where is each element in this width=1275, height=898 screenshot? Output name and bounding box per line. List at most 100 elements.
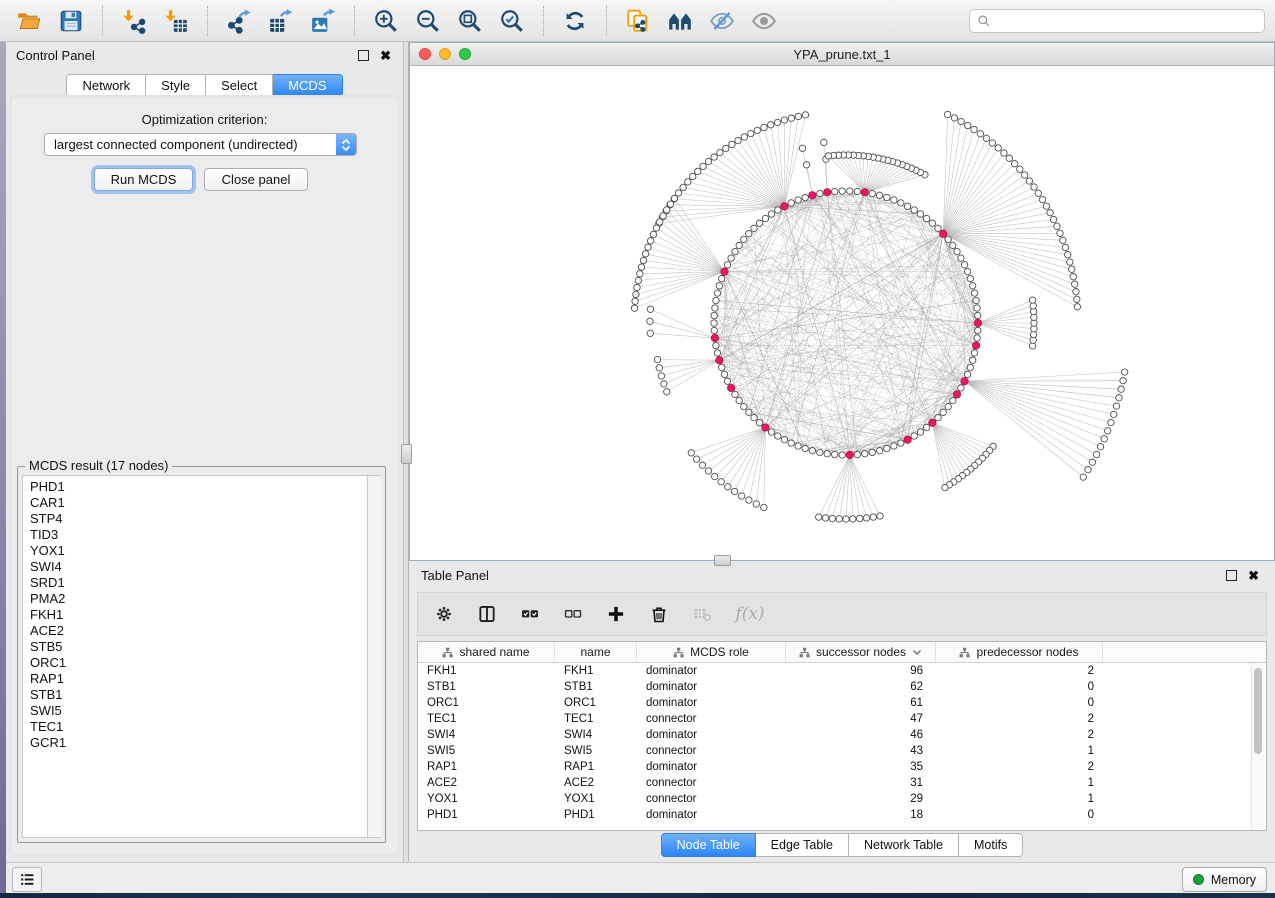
column-header-name[interactable]: name [555,642,637,662]
window-maximize-icon[interactable] [459,48,471,60]
table-cell: PHD1 [418,809,555,821]
deselect-all-button[interactable] [561,602,585,626]
table-row[interactable]: FKH1FKH1dominator962 [418,663,1266,679]
mcds-list-scrollbar[interactable] [367,475,381,838]
tab-mcds[interactable]: MCDS [273,74,342,97]
export-image-button[interactable] [308,6,338,36]
table-row[interactable]: PHD1PHD1dominator180 [418,807,1266,823]
mcds-result-item[interactable]: CAR1 [23,495,380,511]
columns-button[interactable] [475,602,499,626]
vertical-splitter-handle[interactable] [401,444,412,464]
tab-network[interactable]: Network [66,74,146,97]
table-row[interactable]: STB1STB1dominator620 [418,679,1266,695]
mcds-result-item[interactable]: TEC1 [23,719,380,735]
window-minimize-icon[interactable] [439,48,451,60]
table-cell: SWI4 [418,729,555,741]
zoom-out-button[interactable] [413,6,443,36]
table-cell: 96 [786,665,936,677]
column-header-MCDS-role[interactable]: MCDS role [637,642,786,662]
show-all-button[interactable] [749,6,779,36]
table-cell: 31 [786,777,936,789]
import-network-icon [121,8,147,34]
copy-network-button[interactable] [623,6,653,36]
network-canvas[interactable] [410,65,1274,560]
mcds-result-item[interactable]: STB5 [23,639,380,655]
hide-selected-button[interactable] [707,6,737,36]
mcds-result-item[interactable]: STB1 [23,687,380,703]
run-mcds-button[interactable]: Run MCDS [94,168,193,191]
zoom-in-button[interactable] [371,6,401,36]
mcds-result-item[interactable]: GCR1 [23,735,380,751]
select-all-button[interactable] [518,602,542,626]
table-row[interactable]: RAP1RAP1dominator352 [418,759,1266,775]
refresh-button[interactable] [560,6,590,36]
mcds-result-item[interactable]: FKH1 [23,607,380,623]
mcds-result-item[interactable]: ORC1 [23,655,380,671]
mcds-result-item[interactable]: RAP1 [23,671,380,687]
search-box[interactable] [969,9,1265,33]
table-cell: dominator [637,697,786,709]
save-button[interactable] [56,6,86,36]
table-cell: STB1 [555,681,637,693]
mcds-result-item[interactable]: PMA2 [23,591,380,607]
mcds-result-item[interactable]: YOX1 [23,543,380,559]
table-row[interactable]: ORC1ORC1dominator610 [418,695,1266,711]
column-header-predecessor-nodes[interactable]: predecessor nodes [936,642,1103,662]
column-header-shared-name[interactable]: shared name [418,642,555,662]
settings-button[interactable] [432,602,456,626]
mcds-result-item[interactable]: SRD1 [23,575,380,591]
tab-network-table[interactable]: Network Table [849,833,959,857]
close-panel-icon[interactable]: ✖ [380,49,391,62]
table-row[interactable]: YOX1YOX1connector291 [418,791,1266,807]
criterion-dropdown[interactable]: largest connected component (undirected) [44,133,357,156]
add-row-button[interactable] [604,602,628,626]
zoom-fit-button[interactable] [455,6,485,36]
table-scrollbar-thumb[interactable] [1254,668,1262,754]
mcds-result-item[interactable]: TID3 [23,527,380,543]
toolbar-separator [606,6,607,36]
control-panel-titlebar: Control Panel ✖ [6,42,403,68]
export-network-icon [226,8,252,34]
window-close-icon[interactable] [419,48,431,60]
mcds-result-item[interactable]: STP4 [23,511,380,527]
tab-style[interactable]: Style [146,74,206,97]
export-table-button[interactable] [266,6,296,36]
horizontal-splitter-handle[interactable] [714,555,731,566]
network-window-titlebar[interactable]: YPA_prune.txt_1 [410,43,1274,66]
criterion-value: largest connected component (undirected) [45,137,336,152]
column-header-successor-nodes[interactable]: successor nodes [786,642,936,662]
delete-row-button[interactable] [647,602,671,626]
table-row[interactable]: SWI4SWI4dominator462 [418,727,1266,743]
task-history-button[interactable] [12,867,42,892]
mcds-result-list[interactable]: PHD1CAR1STP4TID3YOX1SWI4SRD1PMA2FKH1ACE2… [22,475,381,838]
tab-node-table[interactable]: Node Table [661,833,756,857]
import-network-button[interactable] [119,6,149,36]
memory-button[interactable]: Memory [1182,867,1267,892]
float-panel-icon[interactable] [358,50,369,61]
export-network-button[interactable] [224,6,254,36]
import-table-button[interactable] [161,6,191,36]
mcds-result-item[interactable]: ACE2 [23,623,380,639]
first-neighbors-button[interactable] [665,6,695,36]
table-cell: 2 [936,665,1103,677]
close-table-panel-icon[interactable]: ✖ [1248,569,1259,582]
float-table-panel-icon[interactable] [1226,570,1237,581]
table-row[interactable]: ACE2ACE2connector311 [418,775,1266,791]
mcds-result-item[interactable]: SWI4 [23,559,380,575]
open-folder-button[interactable] [14,6,44,36]
table-tabs: Node Table Edge Table Network Table Moti… [409,833,1275,857]
table-cell: 35 [786,761,936,773]
zoom-selected-button[interactable] [497,6,527,36]
tab-motifs[interactable]: Motifs [959,833,1023,857]
table-scrollbar[interactable] [1251,663,1265,830]
tab-select[interactable]: Select [206,74,273,97]
close-panel-button[interactable]: Close panel [204,168,308,191]
mcds-result-item[interactable]: PHD1 [23,479,380,495]
list-icon [18,870,37,889]
search-input[interactable] [996,13,1264,29]
table-row[interactable]: SWI5SWI5connector431 [418,743,1266,759]
tab-edge-table[interactable]: Edge Table [756,833,849,857]
table-row[interactable]: TEC1TEC1connector472 [418,711,1266,727]
mcds-result-item[interactable]: SWI5 [23,703,380,719]
sort-arrow-icon [912,648,922,656]
